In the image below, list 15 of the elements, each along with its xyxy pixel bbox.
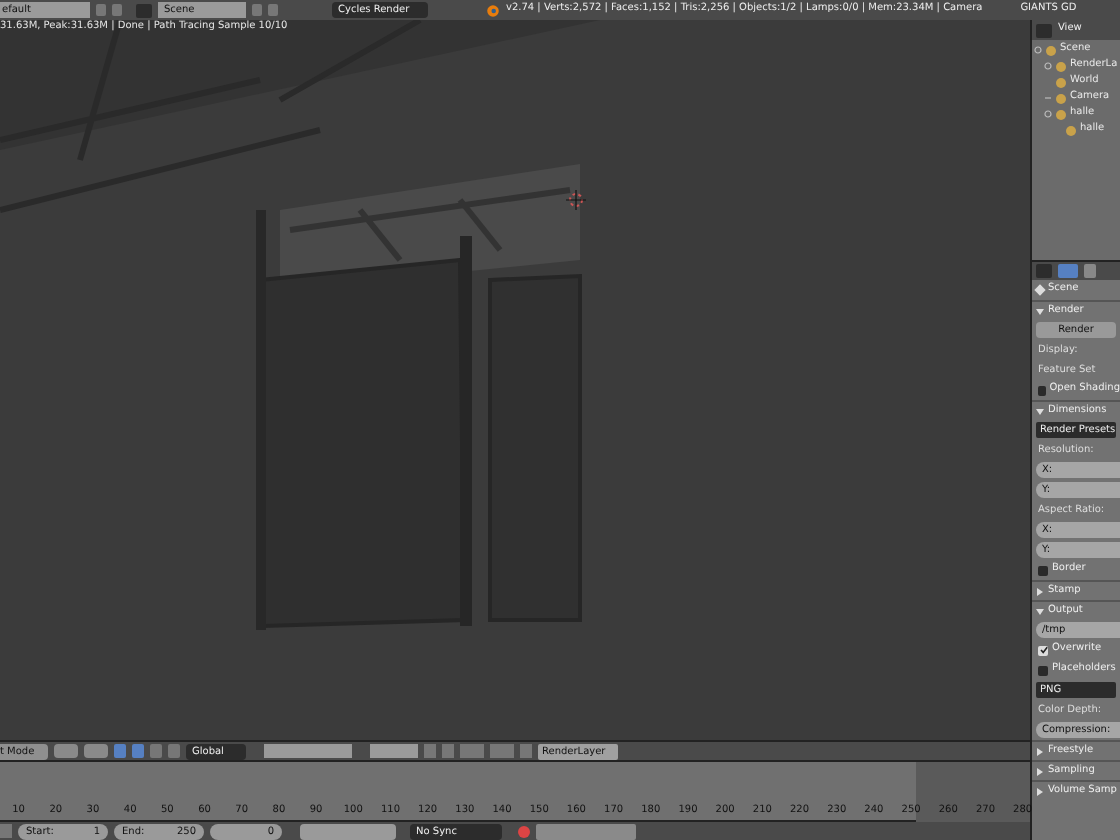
blender-logo-icon — [486, 3, 500, 17]
checkbox[interactable] — [1038, 385, 1046, 395]
expand-toggle[interactable] — [1044, 94, 1052, 102]
expand-toggle[interactable] — [1044, 110, 1052, 118]
3d-cursor-icon — [566, 190, 586, 210]
expand-toggle[interactable] — [1034, 46, 1042, 54]
expand-toggle[interactable] — [1044, 62, 1052, 70]
record-icon[interactable] — [518, 825, 530, 837]
pin-icon — [1034, 284, 1046, 296]
checkbox[interactable] — [1038, 565, 1048, 575]
keying-set-field[interactable] — [536, 823, 636, 839]
out-of-range-shade — [916, 762, 1030, 822]
playback-controls[interactable] — [300, 823, 396, 839]
checkbox[interactable] — [1038, 645, 1048, 655]
checkbox[interactable] — [1038, 665, 1048, 675]
